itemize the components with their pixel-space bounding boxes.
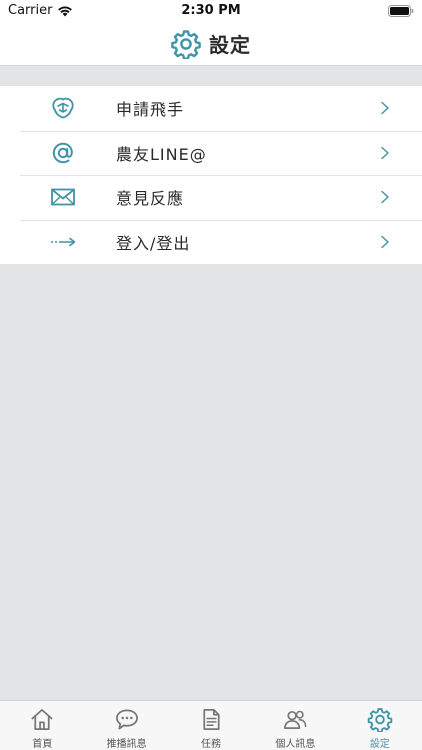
menu-item-label: 意見反應	[116, 189, 185, 209]
nav-bar: 設定	[0, 22, 422, 66]
at-sign-icon	[50, 140, 76, 166]
menu-item-apply-pilot[interactable]: 申請飛手	[0, 86, 422, 131]
tab-label: 設定	[369, 739, 390, 750]
menu-item-line-at[interactable]: 農友LINE@	[0, 130, 422, 176]
tab-bar: 首頁 推播訊息 任務 個人訊息 設定	[0, 700, 422, 750]
people-icon	[284, 710, 307, 730]
menu-item-login-logout[interactable]: 登入/登出	[0, 219, 422, 265]
menu-item-label: 申請飛手	[116, 100, 185, 120]
chevron-right-icon	[381, 146, 389, 159]
home-icon	[31, 709, 53, 730]
chat-bubble-icon	[115, 709, 138, 730]
status-time: 2:30 PM	[181, 3, 241, 18]
settings-menu: 申請飛手 農友LINE@ 意見反應 登入/登出	[0, 86, 422, 264]
menu-item-feedback[interactable]: 意見反應	[0, 175, 422, 220]
tab-settings[interactable]: 設定	[338, 701, 422, 750]
page-title: 設定	[209, 33, 251, 57]
chevron-right-icon	[381, 191, 389, 204]
arrow-right-icon	[50, 229, 76, 255]
tab-label: 推播訊息	[106, 739, 147, 750]
status-bar: Carrier 2:30 PM	[0, 0, 422, 22]
tab-tasks[interactable]: 任務	[169, 701, 253, 750]
chevron-right-icon	[381, 235, 389, 248]
chevron-right-icon	[381, 102, 389, 115]
tab-personal-messages[interactable]: 個人訊息	[253, 701, 337, 750]
document-icon	[203, 709, 220, 730]
tab-home[interactable]: 首頁	[0, 701, 84, 750]
tab-label: 個人訊息	[275, 739, 316, 750]
menu-item-label: 登入/登出	[116, 233, 191, 253]
tab-push-messages[interactable]: 推播訊息	[84, 701, 168, 750]
menu-item-label: 農友LINE@	[116, 144, 207, 164]
tab-label: 首頁	[32, 739, 53, 750]
battery-icon	[388, 5, 414, 21]
tab-label: 任務	[201, 739, 222, 750]
envelope-icon	[50, 184, 76, 210]
gear-icon	[367, 708, 393, 732]
drone-badge-icon	[50, 95, 76, 121]
gear-icon	[171, 29, 201, 59]
